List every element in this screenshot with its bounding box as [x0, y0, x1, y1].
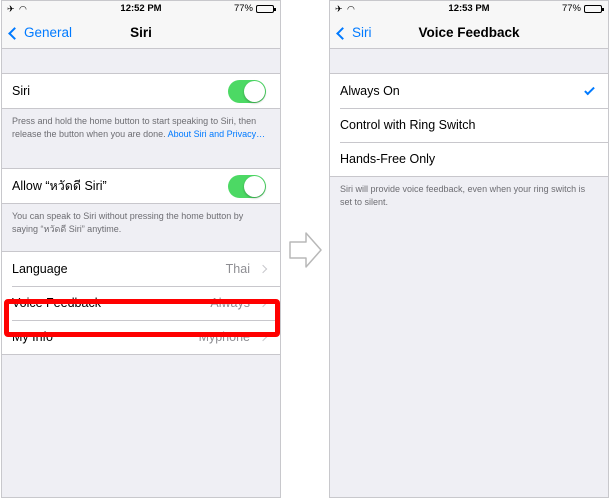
- back-label: General: [24, 25, 73, 40]
- arrow-right-icon: [289, 232, 322, 268]
- chevron-left-icon: [8, 26, 21, 40]
- allow-footer: You can speak to Siri without pressing t…: [12, 211, 244, 234]
- allow-row: Allow “หวัดดี Siri”: [2, 169, 280, 203]
- option-label: Control with Ring Switch: [340, 118, 476, 132]
- allow-group: Allow “หวัดดี Siri”: [2, 168, 280, 204]
- about-siri-link[interactable]: About Siri and Privacy…: [168, 129, 266, 139]
- option-label: Always On: [340, 84, 400, 98]
- option-always-on[interactable]: Always On: [330, 74, 608, 108]
- page-title: Voice Feedback: [418, 25, 520, 40]
- voice-feedback-options: Always On Control with Ring Switch Hands…: [330, 73, 608, 177]
- status-bar: ✈ ◠ 12:52 PM 77%: [2, 1, 280, 17]
- siri-group: Siri: [2, 73, 280, 109]
- status-bar: ✈ ◠ 12:53 PM 77%: [330, 1, 608, 17]
- option-ring-switch[interactable]: Control with Ring Switch: [330, 108, 608, 142]
- option-label: Hands-Free Only: [340, 152, 436, 166]
- siri-toggle[interactable]: [228, 79, 266, 103]
- nav-bar: Siri Voice Feedback: [330, 17, 608, 49]
- voice-feedback-footer: Siri will provide voice feedback, even w…: [340, 184, 586, 207]
- language-value: Thai: [225, 262, 250, 276]
- battery-percent: 77%: [233, 3, 253, 14]
- language-label: Language: [12, 262, 68, 276]
- back-label: Siri: [352, 25, 372, 40]
- option-hands-free[interactable]: Hands-Free Only: [330, 142, 608, 176]
- language-row[interactable]: Language Thai: [2, 252, 280, 286]
- chevron-right-icon: [258, 264, 268, 274]
- back-button[interactable]: Siri: [335, 17, 372, 49]
- allow-label: Allow “หวัดดี Siri”: [12, 179, 107, 193]
- siri-settings-screen: ✈ ◠ 12:52 PM 77% General Siri Siri Press…: [1, 0, 281, 498]
- highlight-box: [4, 299, 280, 337]
- siri-footer: Press and hold the home button to start …: [12, 116, 266, 139]
- battery-icon: [584, 5, 604, 13]
- back-button[interactable]: General: [7, 17, 72, 49]
- allow-toggle[interactable]: [228, 174, 266, 198]
- siri-label: Siri: [12, 84, 31, 98]
- battery-percent: 77%: [561, 3, 581, 14]
- chevron-left-icon: [336, 26, 349, 40]
- nav-bar: General Siri: [2, 17, 280, 49]
- battery-icon: [256, 5, 276, 13]
- siri-row: Siri: [2, 74, 280, 108]
- voice-feedback-screen: ✈ ◠ 12:53 PM 77% Siri Voice Feedback Alw…: [329, 0, 609, 498]
